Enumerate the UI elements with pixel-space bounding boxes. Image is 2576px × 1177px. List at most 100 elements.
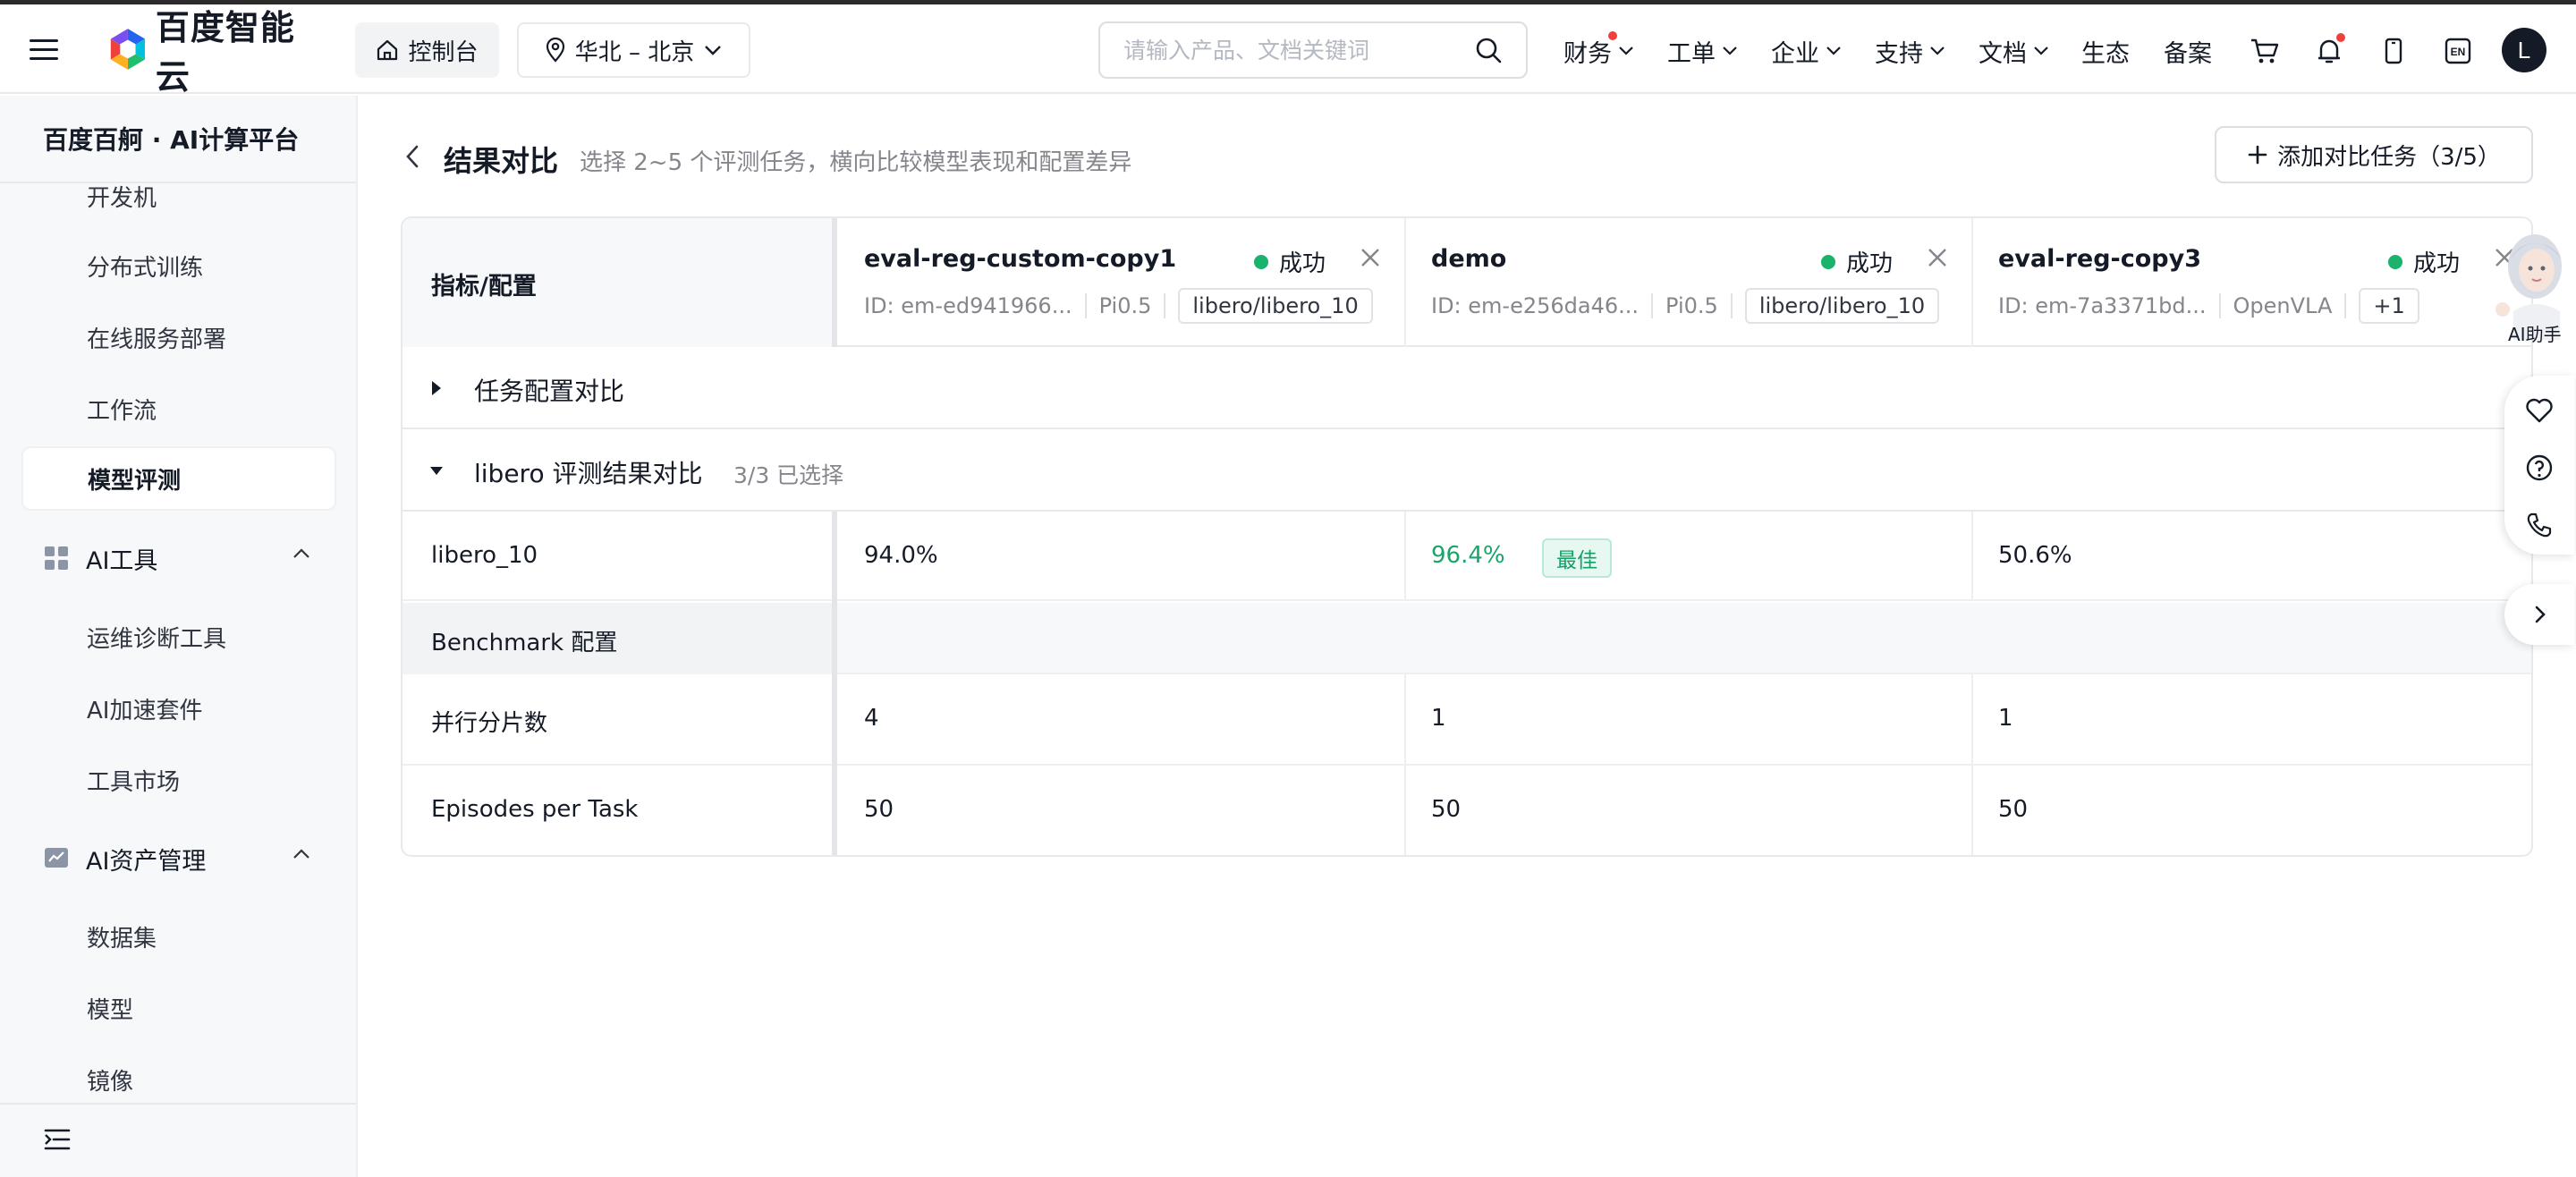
cell-value: 1 [1431,705,1446,732]
search-input[interactable] [1123,37,1474,64]
top-header: 百度智能云 控制台 华北 – 北京 请输入产品、文档关键词 财务 工单 企业 支… [0,4,2576,97]
nav-support-label: 支持 [1875,39,1923,68]
cell-value: 50 [864,796,894,823]
section-task-config[interactable]: 任务配置对比 [402,347,2531,429]
chevron-down-icon [1619,47,1633,55]
heart-icon[interactable] [2524,395,2555,426]
chevron-down-icon [2034,47,2048,55]
group-label: Benchmark 配置 [431,630,618,656]
sidebar-group-label: AI资产管理 [86,847,207,876]
search-icon[interactable] [1474,36,1503,64]
brand-logo[interactable]: 百度智能云 [107,8,322,97]
chevron-right-icon [2535,605,2546,623]
task-meta: ID: em-e256da46... Pi0.5 libero/libero_1… [1431,288,1940,324]
notification-dot [1608,31,1617,40]
row-label: 并行分片数 [431,710,548,737]
meta-divider [2218,293,2221,318]
success-dot [1821,254,1835,269]
success-dot [2388,254,2402,269]
bell-icon[interactable] [2309,31,2349,71]
sidebar-item-ai-acceleration[interactable]: AI加速套件 [87,692,202,725]
cart-icon[interactable] [2245,31,2284,71]
collapse-sidebar-icon[interactable] [43,1126,72,1153]
cell-value: 50 [1431,796,1462,823]
chevron-down-icon [1826,47,1841,55]
task-column-1: eval-reg-custom-copy1 成功 ID: em-ed941966… [837,218,1404,347]
nav-support[interactable]: 支持 [1875,33,1946,69]
help-icon[interactable] [2524,453,2555,483]
add-compare-task-button[interactable]: 添加对比任务（3/5） [2215,126,2533,183]
table-header-label-cell: 指标/配置 [402,218,832,347]
sidebar-item-models[interactable]: 模型 [87,992,133,1025]
back-arrow-icon[interactable] [402,142,422,171]
language-icon: EN [2445,38,2471,64]
task-id: ID: em-e256da46... [1431,293,1640,318]
mobile-icon[interactable] [2374,31,2413,71]
metric-value: 50.6% [1998,542,2072,569]
status-badge: 成功 [1821,245,1893,278]
sidebar-group-ai-assets[interactable]: AI资产管理 [43,841,311,876]
cell-value: 1 [1998,705,2013,732]
sidebar-item-workflow[interactable]: 工作流 [87,393,157,426]
chevron-up-icon [293,849,309,859]
user-avatar[interactable]: L [2502,28,2546,72]
monitor-chart-icon [45,848,68,868]
cloud-logo-icon [110,29,146,70]
sidebar-item-datasets[interactable]: 数据集 [87,920,157,953]
sidebar-item-tool-market[interactable]: 工具市场 [87,764,180,797]
region-selector[interactable]: 华北 – 北京 [517,22,750,78]
more-tags-badge[interactable]: +1 [2359,288,2419,324]
task-id: ID: em-ed941966... [864,293,1072,318]
table-row-episodes: Episodes per Task 50 50 50 [402,766,2531,855]
sidebar-item-online-deploy[interactable]: 在线服务部署 [87,321,226,354]
menu-icon[interactable] [27,36,63,63]
sidebar-item-ops-diagnosis[interactable]: 运维诊断工具 [87,621,226,654]
nav-ecosystem[interactable]: 生态 [2081,33,2130,69]
sidebar-item-distributed-training[interactable]: 分布式训练 [87,250,203,283]
close-icon[interactable] [1358,245,1383,270]
meta-divider [2344,293,2347,318]
success-dot [1254,254,1268,269]
ai-assistant-label: AI助手 [2508,324,2562,345]
nav-filing-label: 备案 [2164,39,2212,68]
nav-finance-label: 财务 [1563,39,1612,68]
nav-finance[interactable]: 财务 [1563,31,1635,69]
sidebar-item-devbox[interactable]: 开发机 [87,180,157,210]
nav-enterprise[interactable]: 企业 [1771,33,1843,69]
task-name: demo [1431,245,1507,273]
task-meta: ID: em-7a3371bd... OpenVLA +1 [1998,288,2419,324]
sidebar-footer-divider [0,1103,356,1105]
comparison-table: 指标/配置 eval-reg-custom-copy1 成功 ID: em-ed… [401,216,2533,857]
chevron-down-icon [705,46,722,55]
region-label: 华北 – 北京 [574,38,695,66]
task-column-2: demo 成功 ID: em-e256da46... Pi0.5 libero/… [1404,218,1971,347]
nav-ticket[interactable]: 工单 [1667,33,1739,69]
console-button[interactable]: 控制台 [355,22,499,78]
sidebar-group-label: AI工具 [86,546,158,575]
language-label: EN [2451,46,2466,58]
task-column-3: eval-reg-copy3 成功 ID: em-7a3371bd... Ope… [1971,218,2531,347]
section-libero-results[interactable]: libero 评测结果对比 3/3 已选择 [402,429,2531,512]
close-icon[interactable] [1925,245,1950,270]
caret-right-icon [432,381,441,395]
column-divider [1971,674,1973,855]
nav-enterprise-label: 企业 [1771,39,1819,68]
status-badge: 成功 [2388,245,2460,278]
nav-docs[interactable]: 文档 [1979,33,2050,69]
sidebar-item-images[interactable]: 镜像 [87,1063,133,1097]
nav-ticket-label: 工单 [1667,39,1716,68]
column-divider [1404,218,1406,347]
sidebar: 百度百舸 · AI计算平台 开发机 分布式训练 在线服务部署 工作流 模型评测 … [0,96,358,1177]
benchmark-config-group: Benchmark 配置 [402,603,2531,674]
nav-filing[interactable]: 备案 [2164,33,2212,69]
logo-text: 百度智能云 [155,8,295,97]
language-switch[interactable]: EN [2438,31,2478,71]
task-meta: ID: em-ed941966... Pi0.5 libero/libero_1… [864,288,1373,324]
sidebar-group-ai-tools[interactable]: AI工具 [43,540,311,576]
global-search[interactable] [1098,21,1528,79]
phone-icon[interactable] [2524,510,2555,540]
metric-config-header: 指标/配置 [431,273,537,301]
floating-expand-button[interactable] [2504,584,2574,645]
location-pin-icon [546,38,564,63]
sidebar-item-model-eval[interactable]: 模型评测 [21,446,336,511]
